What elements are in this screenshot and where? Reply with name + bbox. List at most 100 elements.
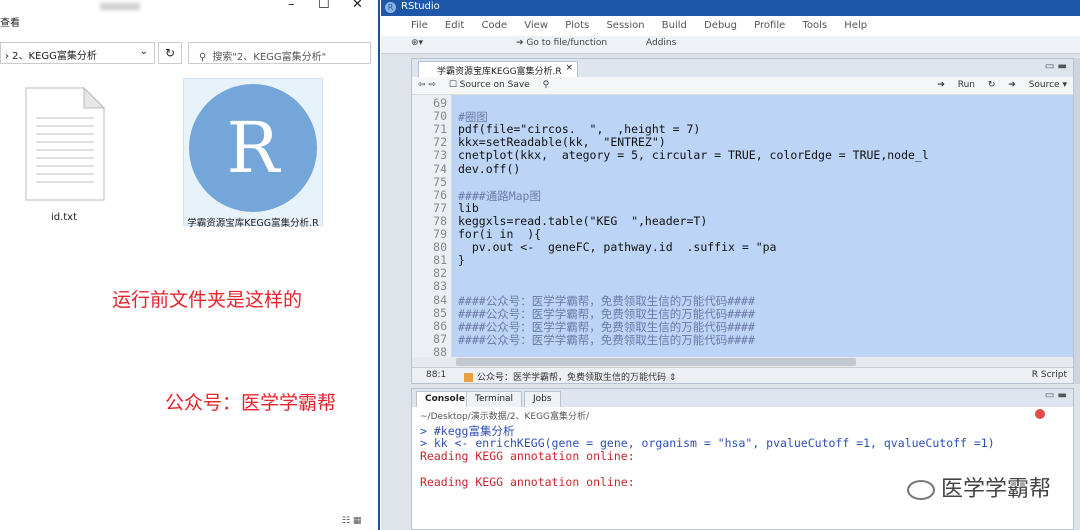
view-toggle-icon[interactable]: ☷ ▦ <box>342 516 361 526</box>
horizontal-scrollbar[interactable] <box>412 357 1073 367</box>
cursor-position: 88:1 <box>426 370 447 380</box>
address-path: › 2、KEGG富集分析 <box>5 51 97 62</box>
menu-edit[interactable]: Edit <box>445 20 464 31</box>
pane-maximize-icon[interactable]: ▭ ▬ <box>1045 390 1067 401</box>
file-type-selector[interactable]: R Script <box>1032 370 1067 380</box>
r-logo-icon: R <box>189 84 317 212</box>
menu-view[interactable]: View <box>524 20 548 31</box>
line-number: 70 <box>433 109 447 124</box>
menu-bar: File Edit Code View Plots Session Build … <box>381 16 1080 36</box>
goto-file-input[interactable]: Go to file/function <box>526 38 607 48</box>
annotation-before-run: 运行前文件夹是这样的 <box>112 289 303 311</box>
working-directory: ~/Desktop/演示数据/2、KEGG富集分析/ <box>420 412 590 422</box>
scroll-thumb[interactable] <box>456 358 856 366</box>
line-number: 85 <box>433 305 447 320</box>
file-name: id.txt <box>50 212 78 223</box>
console-tabbar: Console Terminal Jobs ▭ ▬ <box>412 389 1073 407</box>
console-line: Reading KEGG annotation online: <box>420 449 635 463</box>
addins-menu[interactable]: Addins <box>646 38 676 48</box>
function-name: 公众号：医学学霸帮，免费领取生信的万能代码 <box>477 373 667 383</box>
address-bar[interactable]: › 2、KEGG富集分析 ⌄ <box>0 42 155 64</box>
console-line: Reading KEGG annotation online: <box>420 475 635 489</box>
line-number: 69 <box>433 96 447 110</box>
menu-help[interactable]: Help <box>844 20 867 31</box>
menu-debug[interactable]: Debug <box>704 20 737 31</box>
menu-profile[interactable]: Profile <box>754 20 785 31</box>
rstudio-window: R RStudio File Edit Code View Plots Sess… <box>381 0 1080 530</box>
save-checkbox[interactable]: ☐ <box>449 80 457 90</box>
line-number: 75 <box>433 174 447 189</box>
pane-maximize-icon[interactable]: ▭ ▬ <box>1045 61 1067 72</box>
code-line: for(i in ){ <box>458 227 542 241</box>
new-file-icon[interactable]: ⊕▾ <box>411 38 423 48</box>
source-editor-pane: 学霸资源宝库KEGG富集分析.R × ▭ ▬ ⇦ ⇨ ☐ Source on S… <box>411 58 1074 384</box>
menu-code[interactable]: Code <box>481 20 507 31</box>
file-item-id-txt[interactable]: id.txt <box>14 86 114 223</box>
code-line: lib <box>458 200 479 215</box>
blurred-title <box>100 3 140 10</box>
code-area[interactable]: 69 70 71 72 73 74 75 76 77 78 79 80 81 82 83 84 85 86 87 88… <box>412 95 1073 357</box>
minimize-button[interactable]: – <box>288 0 295 12</box>
code-line: keggxls=read.table("KEG ",header=T) <box>458 213 708 228</box>
line-number: 76 <box>433 187 447 202</box>
maximize-button[interactable]: ☐ <box>318 0 330 12</box>
code-line: pdf(file="circos. ", ,height = 7) <box>458 122 701 137</box>
code-line: kkx=setReadable(kk, "ENTREZ") <box>458 135 666 150</box>
code-line: dev.off() <box>458 161 521 176</box>
function-navigator[interactable]: 公众号：医学学霸帮，免费领取生信的万能代码 ⇕ <box>464 370 676 383</box>
menu-tools[interactable]: Tools <box>802 20 827 31</box>
back-icon[interactable]: ⇦ ⇨ <box>418 80 436 90</box>
line-number-gutter: 69 70 71 72 73 74 75 76 77 78 79 80 81 82 83 84 85 86 87 88 <box>412 95 452 357</box>
refresh-icon[interactable]: ↻ <box>158 42 182 64</box>
run-label: Run <box>957 80 975 90</box>
editor-tabbar: 学霸资源宝库KEGG富集分析.R × ▭ ▬ <box>412 59 1073 77</box>
text-file-icon <box>22 86 107 202</box>
line-number: 73 <box>433 148 447 163</box>
rstudio-logo-icon: R <box>385 2 396 13</box>
line-number: 81 <box>433 253 447 268</box>
editor-tab[interactable]: 学霸资源宝库KEGG富集分析.R × <box>418 61 578 77</box>
source-on-save-label: Source on Save <box>459 80 530 90</box>
source-button[interactable]: ➔ Source ▾ <box>1008 80 1067 90</box>
search-box[interactable]: ⚲ 搜索"2、KEGG富集分析" <box>188 42 371 64</box>
line-number: 78 <box>433 213 447 228</box>
line-number: 80 <box>433 240 447 255</box>
menu-plots[interactable]: Plots <box>565 20 589 31</box>
rerun-icon[interactable]: ↻ <box>988 80 996 90</box>
line-number: 71 <box>433 122 447 137</box>
view-tab[interactable]: 查看 <box>0 18 20 29</box>
vertical-scrollbar[interactable] <box>1074 58 1080 384</box>
explorer-ribbon: 查看 <box>0 14 378 40</box>
search-placeholder: 搜索"2、KEGG富集分析" <box>212 52 327 63</box>
menu-file[interactable]: File <box>411 20 428 31</box>
code-line: } <box>458 253 465 268</box>
tab-jobs[interactable]: Jobs <box>524 391 561 407</box>
screenshot-root: – ☐ ✕ 查看 › 2、KEGG富集分析 ⌄ ↻ ⚲ 搜索"2、KEGG富集分析… <box>0 0 1080 530</box>
file-explorer-window: – ☐ ✕ 查看 › 2、KEGG富集分析 ⌄ ↻ ⚲ 搜索"2、KEGG富集分析… <box>0 0 380 530</box>
tab-terminal[interactable]: Terminal <box>466 391 523 407</box>
file-item-r-script[interactable]: R 学霸资源宝库KEGG富集分析.R <box>183 78 323 229</box>
console-line: > kk <- enrichKEGG(gene = gene, organism… <box>420 436 995 450</box>
line-number: 83 <box>433 279 447 294</box>
line-number: 72 <box>433 135 447 150</box>
code-line: ####公众号：医学学霸帮，免费领取生信的万能代码#### <box>458 332 755 347</box>
menu-session[interactable]: Session <box>606 20 644 31</box>
close-tab-icon[interactable]: × <box>565 63 573 73</box>
run-button[interactable]: ➔ Run <box>937 80 975 90</box>
goto-icon: ➔ <box>515 38 524 48</box>
watermark: 医学学霸帮 <box>906 471 1051 503</box>
tab-title: 学霸资源宝库KEGG富集分析.R <box>437 67 562 77</box>
chevron-down-icon[interactable]: ⌄ <box>140 46 148 57</box>
stop-icon[interactable] <box>1035 409 1045 419</box>
wechat-icon <box>906 480 935 500</box>
watermark-text: 医学学霸帮 <box>940 477 1051 502</box>
search-icon[interactable]: ⚲ <box>543 80 550 90</box>
line-number: 88 <box>433 344 447 357</box>
address-bar-row: › 2、KEGG富集分析 ⌄ ↻ ⚲ 搜索"2、KEGG富集分析" <box>0 42 380 66</box>
annotation-account: 公众号：医学学霸帮 <box>165 392 337 414</box>
rstudio-titlebar: R RStudio <box>381 0 1080 16</box>
menu-build[interactable]: Build <box>662 20 687 31</box>
line-number: 82 <box>433 266 447 281</box>
close-button[interactable]: ✕ <box>352 0 363 12</box>
main-toolbar: ⊕▾ ➔ Go to file/function Addins <box>381 36 1080 54</box>
